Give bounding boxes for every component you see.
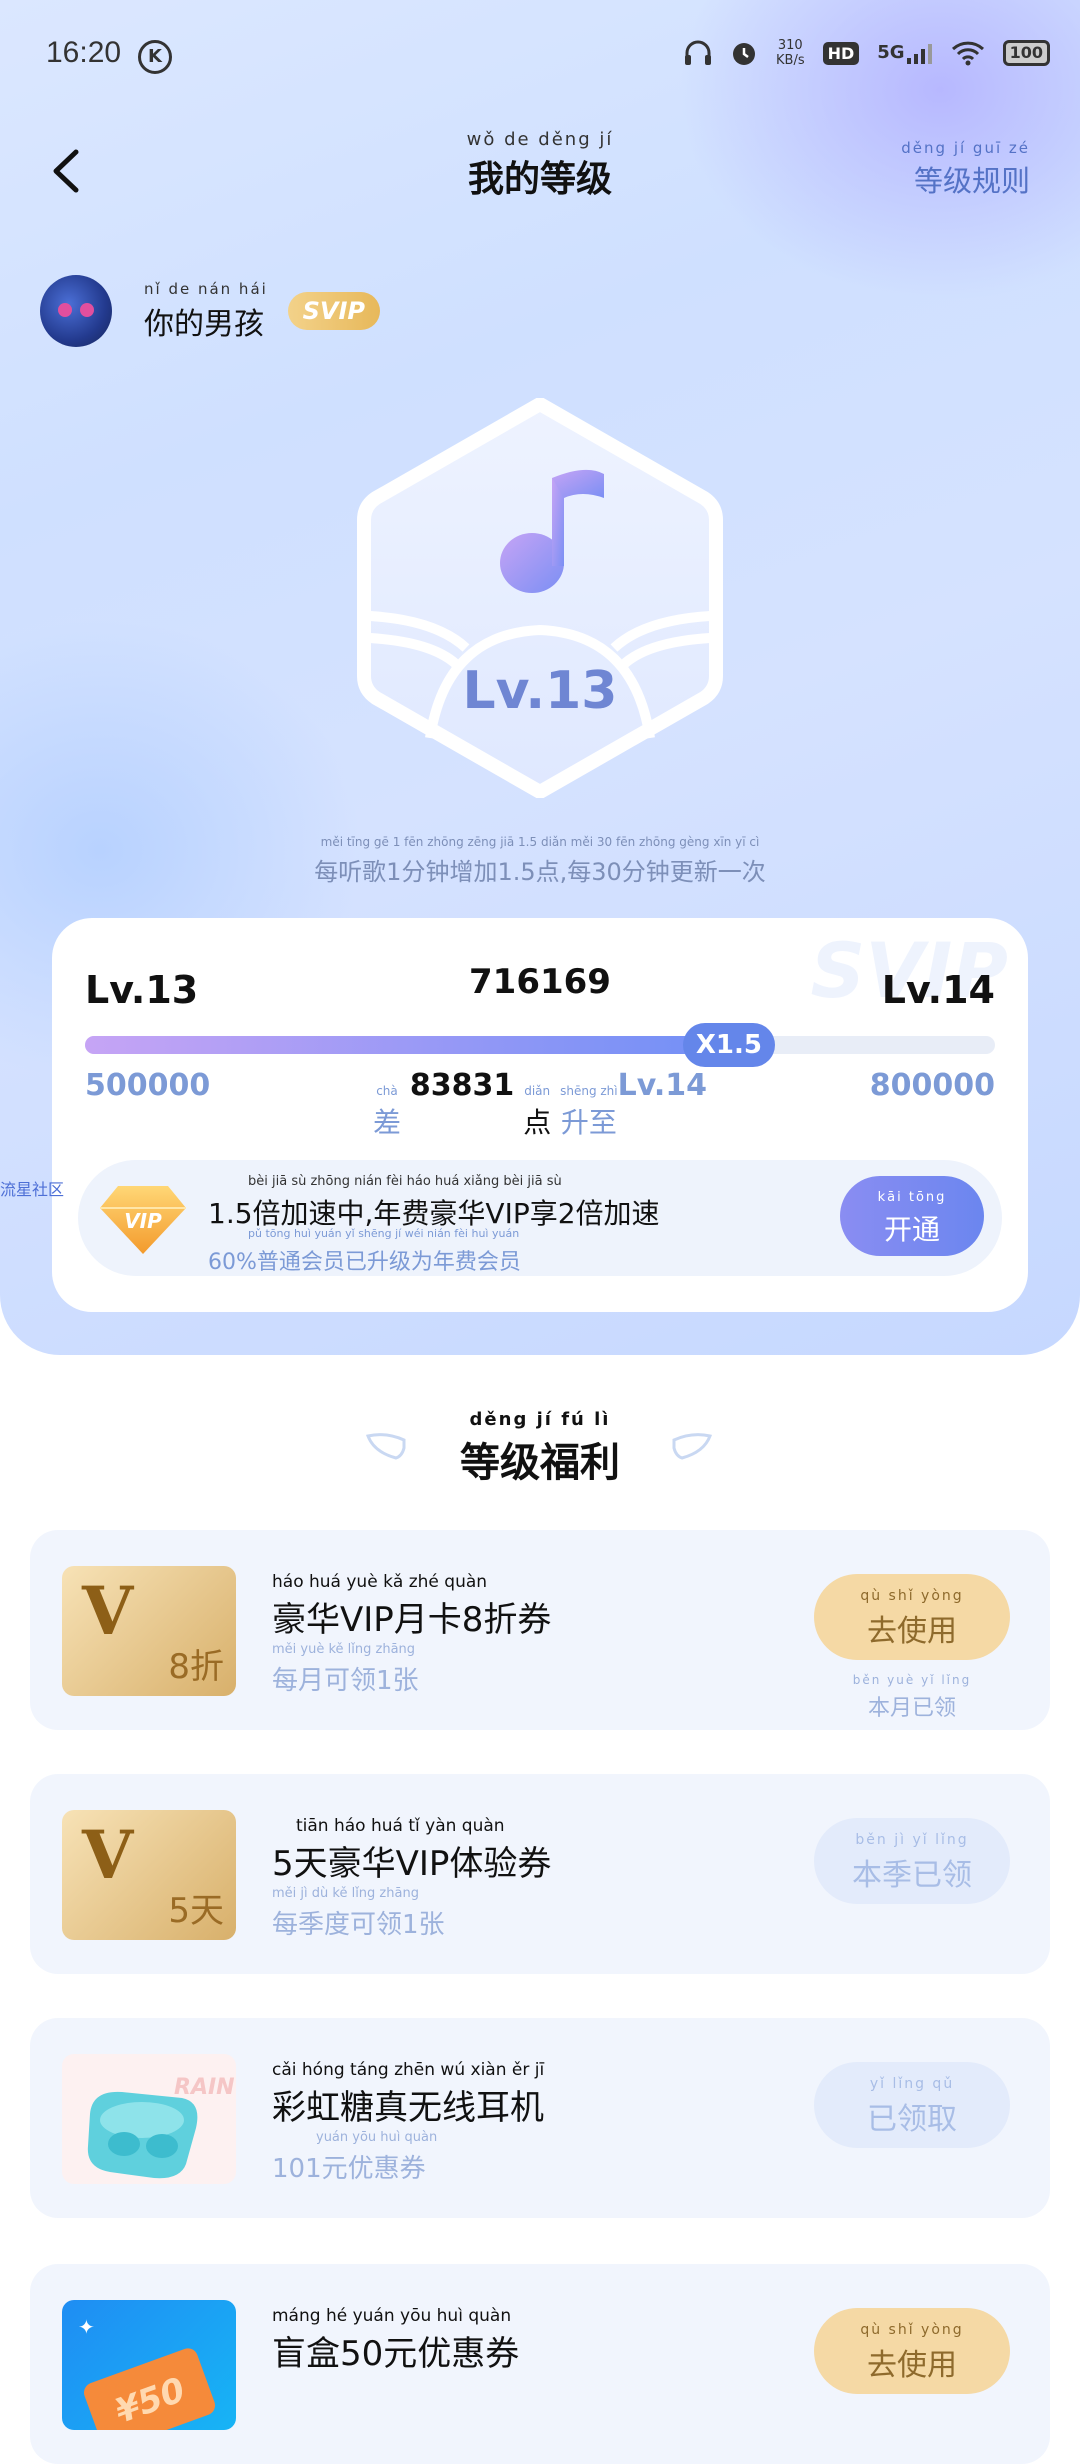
open-vip-button[interactable]: kāi tōng 开通 [840,1176,984,1256]
welfare-item-name: háo huá yuè kǎ zhé quàn 豪华VIP月卡8折券 [272,1572,552,1640]
vip-speedup-banner: VIP bèi jiā sù zhōng nián fèi háo huá xi… [78,1160,1002,1276]
welfare-item-name: tiān háo huá tǐ yàn quàn 5天豪华VIP体验券 [272,1816,552,1884]
welfare-item: V 5天 tiān háo huá tǐ yàn quàn 5天豪华VIP体验券… [30,1774,1050,1974]
level-rule-text: měi tīng gē 1 fēn zhōng zēng jiā 1.5 diǎ… [314,835,766,886]
status-time: 16:20 [46,36,122,69]
welfare-title: děng jí fú lì 等级福利 [460,1409,620,1487]
blind-box-coupon-thumbnail: ✦ ¥50 [62,2300,236,2430]
page-header: wǒ de děng jí 我的等级 děng jí guī zé 等级规则 [0,130,1080,210]
k-app-icon: K [138,40,172,74]
earbuds-image: RAIN BOW CAN [87,2075,236,2179]
progress-track: X1.5 [85,1023,995,1067]
coupon-image: ✦ ¥50 [78,2315,216,2430]
progress-fill [85,1036,743,1054]
battery-icon: 100 [1002,40,1050,66]
sparkle-icon: ✦ [78,2315,95,2339]
status-icons: 310 KB/s HD 5G 100 [684,38,1050,68]
welfare-item-subtitle: měi jì dù kě lǐng zhāng 每季度可领1张 [272,1886,445,1940]
claimed-this-season-button[interactable]: běn jì yǐ lǐng 本季已领 [814,1818,1010,1904]
welfare-item: ✦ ¥50 máng hé yuán yōu huì quàn 盲盒50元优惠券… [30,2264,1050,2464]
next-level: Lv.14 [881,968,995,1012]
svip-badge: SVIP [287,292,380,330]
welfare-item-name: máng hé yuán yōu huì quàn 盲盒50元优惠券 [272,2306,520,2374]
user-info: nǐ de nán hái 你的男孩 SVIP [40,275,380,347]
svg-text:VIP: VIP [124,1209,162,1233]
vip-coupon-thumbnail: V 8折 [62,1566,236,1696]
welfare-item: V 8折 háo huá yuè kǎ zhé quàn 豪华VIP月卡8折券 … [30,1530,1050,1730]
level-progress-card: SVIP Lv.13 716169 Lv.14 X1.5 500000 chà 差… [52,918,1028,1312]
headphones-icon [685,40,711,65]
promo-title: bèi jiā sù zhōng nián fèi háo huá xiǎng … [208,1174,660,1230]
promo-subtitle: pǔ tōng huì yuán yǐ shēng jí wéi nián fè… [208,1227,521,1275]
signal-5g-icon: 5G [877,42,932,64]
claimed-note: běn yuè yǐ lǐng 本月已领 [852,1673,972,1721]
badge-level-label: Lv.13 [463,661,618,721]
welfare-item-subtitle: yuán yōu huì quàn 101元优惠券 [272,2130,438,2184]
welfare-item-name: cǎi hóng táng zhēn wú xiàn ěr jī 彩虹糖真无线耳… [272,2060,545,2128]
claimed-button[interactable]: yǐ lǐng qǔ 已领取 [814,2062,1010,2148]
avatar[interactable] [40,275,112,347]
welfare-item: RAIN BOW CAN cǎi hóng táng zhēn wú xiàn … [30,2018,1050,2218]
vip-coupon-thumbnail: V 5天 [62,1810,236,1940]
alarm-icon [733,43,755,65]
level-rules-link[interactable]: děng jí guī zé 等级规则 [901,138,1030,200]
right-wing-icon [672,1433,712,1460]
username: nǐ de nán hái 你的男孩 [144,280,268,342]
vip-diamond-icon: VIP [100,1186,186,1254]
welfare-item-subtitle: měi yuè kě lǐng zhāng 每月可领1张 [272,1642,419,1696]
status-bar: 16:20 K 310 KB/s HD 5G 100 [0,28,1080,88]
use-coupon-button[interactable]: qù shǐ yòng 去使用 [814,1574,1010,1660]
use-coupon-button[interactable]: qù shǐ yòng 去使用 [814,2308,1010,2394]
level-max-score: 800000 [869,1068,995,1103]
net-speed: 310 KB/s [776,38,805,68]
level-badge: Lv.13 [357,398,723,798]
earbuds-thumbnail: RAIN BOW CAN [62,2054,236,2184]
community-link[interactable]: 流星社区 [0,1176,64,1200]
hd-icon: HD [822,41,860,65]
wifi-icon [951,41,984,66]
multiplier-badge: X1.5 [682,1023,775,1067]
svg-text:RAIN BOW CAN: RAIN BOW CAN [174,2075,236,2100]
